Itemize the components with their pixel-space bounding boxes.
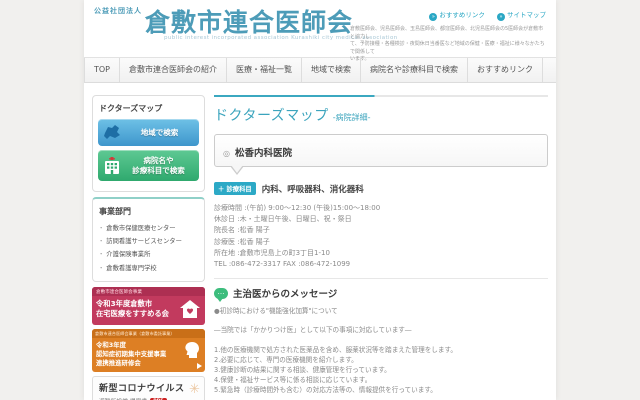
nav-item-about[interactable]: 倉敷市連合医師会の紹介 — [119, 58, 226, 82]
sidebar-item-nursing-service[interactable]: ・訪問看護サービスセンター — [98, 235, 199, 248]
sidebar-item-care-insurance[interactable]: ・介護保険事業所 — [98, 248, 199, 261]
info-physician: 診療医 :松香 陽子 — [214, 237, 548, 248]
sitemap-link[interactable]: »サイトマップ — [497, 9, 546, 21]
info-director: 院長名 :松香 陽子 — [214, 225, 548, 236]
business-divisions-box: 事業部門 ・倉敷市保健医療センター ・訪問看護サービスセンター ・介護保険事業所… — [92, 197, 205, 282]
banner-title-line: 連携推進研修会 — [96, 359, 201, 368]
description-line: います。 — [350, 56, 548, 64]
message-paragraph: 5.緊急時（診療時間外も含む）の対応方法等の、情報提供を行っています。 — [214, 385, 548, 395]
message-paragraph: 1.他の医療機関で処方された医薬品を含め、服薬状況等を踏まえた管理をします。 — [214, 345, 548, 355]
message-section-title: 主治医からのメッセージ — [233, 286, 337, 300]
covid-banner-subtitle: 避難所設営 提案書PDF — [99, 396, 199, 400]
message-paragraph: ●初診時における"機能強化加算"について — [214, 306, 548, 316]
site-title: 倉敷市連合医師会 — [145, 9, 353, 37]
banner-tag: 倉敷市連合医師会事業（倉敷市委託事業） — [92, 329, 205, 338]
nav-item-medical-list[interactable]: 医療・福祉一覧 — [226, 58, 301, 82]
sidebar-item-label: 倉敷看護専門学校 — [106, 265, 156, 272]
section-accent-line — [214, 95, 548, 97]
banner-tag: 倉敷市連合医師会事業 — [92, 287, 205, 296]
divider — [214, 278, 548, 279]
sidebar-item-nursing-school[interactable]: ・倉敷看護専門学校 — [98, 262, 199, 275]
header-quick-links: »おすすめリンク »サイトマップ — [419, 9, 546, 21]
message-paragraph: 3.健康診断の結果に関する相談、健康管理を行っています。 — [214, 365, 548, 375]
circle-mark-icon: ◎ — [223, 149, 230, 158]
hospital-name-box: ◎ 松香内科医院 — [214, 134, 548, 167]
main-content: ドクターズマップ -病院詳細- ◎ 松香内科医院 ＋ 診療科目 内科、呼吸器科、消化… — [214, 95, 548, 400]
dementia-support-banner[interactable]: 倉敷市連合医師会事業（倉敷市委託事業） 令和3年度 認知症初期集中支援事業 連携… — [92, 329, 205, 372]
nav-item-top[interactable]: TOP — [84, 58, 119, 82]
info-hours: 診療時間 :(午前) 9:00～12:30 (午後)15:00～18:00 — [214, 203, 548, 214]
description-line: 倉敷医師会、児島医師会、玉島医師会、都窪医師会、北児島医師会の5医師会が倉敷市と… — [350, 26, 548, 41]
circle-arrow-icon: » — [429, 13, 437, 21]
message-paragraph: 4.保健・福祉サービス等に係る相談に応じています。 — [214, 375, 548, 385]
description-line: て、予防接種・各種検診・夜間休日当番医など地域の保健・医療・福祉に様々なかたちで… — [350, 41, 548, 56]
sidebar-item-health-center[interactable]: ・倉敷市保健医療センター — [98, 222, 199, 235]
map-icon — [102, 124, 124, 142]
site-header: 公益社団法人倉敷市連合医師会 public interest incorpora… — [84, 0, 556, 57]
message-paragraph: ―当院では「かかりつけ医」として以下の事項に対応しています― — [214, 325, 548, 335]
business-divisions-title: 事業部門 — [99, 206, 199, 217]
page-title-sub: -病院詳細- — [333, 113, 371, 122]
search-by-area-button[interactable]: 地域で検索 — [98, 119, 199, 146]
arrow-icon — [197, 363, 202, 369]
bullet-icon: ・ — [98, 238, 104, 245]
info-address: 所在地 :倉敷市児島上の町3丁目1-10 — [214, 248, 548, 259]
virus-icon: ✳ — [189, 382, 200, 397]
covid-banner-title: 新型コロナウイルス — [99, 381, 199, 394]
covid-shelter-proposal-banner[interactable]: 新型コロナウイルス 避難所設営 提案書PDF ✳ — [92, 376, 205, 400]
circle-arrow-icon: » — [497, 13, 505, 21]
doctors-map-box: ドクターズマップ 地域で検索 病院名や — [92, 95, 205, 192]
home-medical-care-banner[interactable]: 倉敷市連合医師会事業 令和3年度倉敷市 在宅医療をすすめる会 — [92, 287, 205, 325]
sidebar: ドクターズマップ 地域で検索 病院名や — [92, 95, 205, 400]
speech-tail — [230, 167, 548, 176]
department-badge: ＋ 診療科目 — [214, 182, 256, 195]
page-wrapper: 公益社団法人倉敷市連合医師会 public interest incorpora… — [84, 0, 556, 400]
content-area: ドクターズマップ 地域で検索 病院名や — [84, 83, 556, 400]
page-title-main: ドクターズマップ — [214, 108, 329, 124]
info-closed-days: 休診日 :木・土曜日午後、日曜日、祝・祭日 — [214, 214, 548, 225]
recommended-links-link[interactable]: »おすすめリンク — [429, 9, 485, 21]
org-type-label: 公益社団法人 — [94, 6, 142, 16]
hospital-info: 診療時間 :(午前) 9:00～12:30 (午後)15:00～18:00 休診… — [214, 203, 548, 270]
bullet-icon: ・ — [98, 225, 104, 232]
search-by-name-label: 病院名や 診療科目で検索 — [122, 156, 195, 175]
head-brain-icon — [183, 341, 201, 359]
quick-link-label: おすすめリンク — [439, 11, 485, 19]
association-description: 倉敷医師会、児島医師会、玉島医師会、都窪医師会、北児島医師会の5医師会が倉敷市と… — [350, 26, 548, 64]
page-title: ドクターズマップ -病院詳細- — [214, 105, 548, 125]
quick-link-label: サイトマップ — [507, 11, 546, 19]
sidebar-item-label: 倉敷市保健医療センター — [106, 225, 175, 232]
hospital-icon — [102, 156, 122, 176]
department-row: ＋ 診療科目 内科、呼吸器科、消化器科 — [214, 182, 548, 195]
search-by-name-line1: 病院名や — [122, 156, 195, 165]
hospital-name: 松香内科医院 — [235, 148, 292, 159]
message-section-header: … 主治医からのメッセージ — [214, 286, 548, 300]
bullet-icon: ・ — [98, 251, 104, 258]
search-by-area-label: 地域で検索 — [124, 128, 195, 137]
speech-bubble-icon: … — [214, 288, 228, 299]
doctors-map-title: ドクターズマップ — [99, 103, 199, 114]
sidebar-item-label: 訪問看護サービスセンター — [106, 238, 182, 245]
search-by-name-line2: 診療科目で検索 — [122, 166, 195, 175]
info-tel-fax: TEL :086-472-3317 FAX :086-472-1099 — [214, 259, 548, 270]
message-body: ●初診時における"機能強化加算"について ―当院では「かかりつけ医」として以下の… — [214, 306, 548, 400]
message-paragraph: 2.必要に応じて、専門の医療機関を紹介します。 — [214, 355, 548, 365]
search-by-name-button[interactable]: 病院名や 診療科目で検索 — [98, 150, 199, 181]
department-list: 内科、呼吸器科、消化器科 — [262, 183, 364, 195]
bullet-icon: ・ — [98, 265, 104, 272]
sidebar-item-label: 介護保険事業所 — [106, 251, 150, 258]
house-heart-icon — [179, 299, 201, 319]
